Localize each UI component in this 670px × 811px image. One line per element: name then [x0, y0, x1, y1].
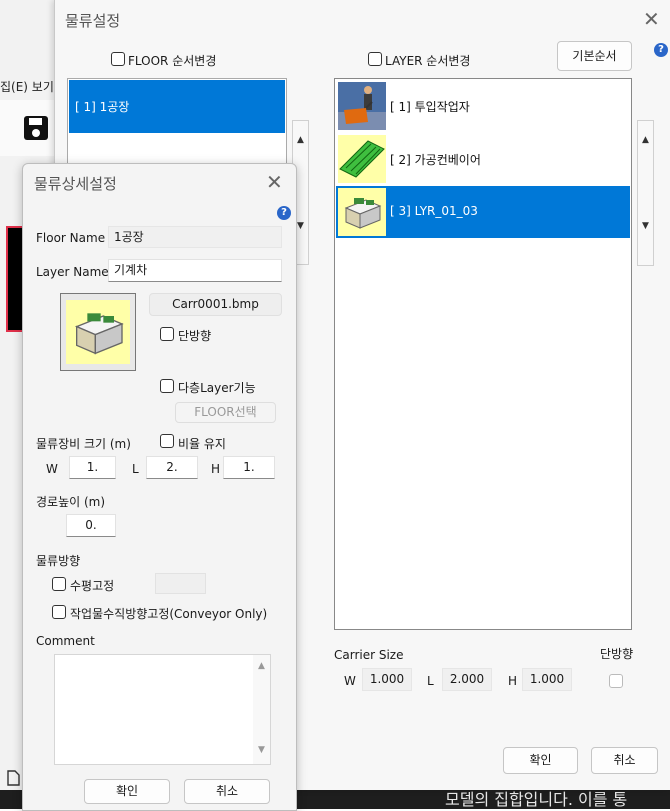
route-height-input[interactable]: 0. [66, 514, 116, 537]
layer-spin-buttons[interactable]: ▲ ▼ [637, 120, 654, 266]
carrier-width-field[interactable]: 1.000 [362, 668, 412, 691]
carrier-length-field[interactable]: 2.000 [442, 668, 492, 691]
keep-ratio-label: 비율 유지 [178, 437, 226, 451]
machine-icon [338, 188, 386, 236]
layer-list[interactable]: [ 1] 투입작업자 [ 2] 가공컨베이어 [ 3] LYR_01_03 [334, 78, 632, 630]
comment-scrollbar[interactable]: ▲ ▼ [253, 655, 270, 764]
logistics-detail-dialog: 물류상세설정 ✕ ? Floor Name 1공장 Layer Name 기계차… [22, 163, 297, 811]
close-icon[interactable]: ✕ [266, 172, 283, 192]
one-way-label: 단방향 [178, 329, 212, 343]
conveyor-icon [338, 135, 386, 183]
carrier-size-label: Carrier Size [334, 648, 404, 662]
equipment-size-label: 물류장비 크기 (m) [36, 437, 131, 451]
close-icon[interactable]: ✕ [643, 9, 660, 29]
floor-name-field[interactable]: 1공장 [108, 226, 282, 248]
layer-list-item[interactable]: [ 1] 투입작업자 [336, 80, 630, 132]
layer-item-label: [ 3] LYR_01_03 [390, 204, 478, 218]
one-way-checkbox[interactable] [160, 327, 174, 341]
move-up-icon[interactable]: ▲ [638, 135, 653, 145]
length-input[interactable]: 2. [146, 456, 198, 479]
background-menu-bar: 집(E) 보기 [0, 80, 54, 94]
scroll-up-icon[interactable]: ▲ [253, 661, 270, 671]
horizontal-fix-checkbox[interactable] [52, 577, 66, 591]
layer-item-label: [ 1] 투입작업자 [390, 100, 470, 114]
scroll-down-icon[interactable]: ▼ [253, 745, 270, 755]
sub-dialog-title: 물류상세설정 [34, 175, 117, 193]
move-up-icon[interactable]: ▲ [293, 135, 308, 145]
size-l-label: L [132, 462, 139, 476]
status-text: 모델의 집합입니다. 이를 통 [445, 790, 628, 809]
bitmap-preview[interactable] [60, 293, 136, 371]
default-order-button[interactable]: 기본순서 [557, 41, 632, 71]
dialog-title: 물류설정 [65, 12, 121, 30]
direction-label: 물류방향 [36, 554, 81, 568]
horizontal-fix-value[interactable] [155, 573, 206, 594]
machine-icon [66, 300, 130, 364]
floor-item-label: [ 1] 1공장 [75, 100, 130, 114]
help-icon[interactable]: ? [654, 43, 668, 57]
document-icon [7, 770, 20, 786]
width-input[interactable]: 1. [69, 456, 116, 479]
help-icon[interactable]: ? [277, 206, 291, 220]
ok-button[interactable]: 확인 [503, 747, 578, 774]
layer-list-item[interactable]: [ 2] 가공컨베이어 [336, 133, 630, 185]
background-toolbar [0, 100, 54, 156]
size-h-label: H [211, 462, 221, 476]
floor-reorder-label: FLOOR 순서변경 [128, 54, 217, 68]
carrier-h-label: H [508, 674, 518, 688]
carrier-w-label: W [344, 674, 356, 688]
cancel-button[interactable]: 취소 [184, 779, 270, 804]
floor-name-label: Floor Name [36, 231, 106, 245]
one-way-checkbox[interactable] [609, 674, 623, 688]
comment-textarea[interactable]: ▲ ▼ [54, 654, 271, 765]
floor-reorder-checkbox[interactable] [111, 52, 125, 66]
bitmap-file-button[interactable]: Carr0001.bmp [149, 293, 282, 316]
move-down-icon[interactable]: ▼ [638, 221, 653, 231]
ok-button[interactable]: 확인 [84, 779, 170, 804]
floor-list-item[interactable]: [ 1] 1공장 [69, 80, 285, 133]
worker-cart-icon [338, 82, 386, 130]
carrier-height-field[interactable]: 1.000 [522, 668, 572, 691]
cancel-button[interactable]: 취소 [591, 747, 658, 774]
size-w-label: W [46, 462, 58, 476]
layer-reorder-label: LAYER 순서변경 [385, 54, 471, 68]
height-input[interactable]: 1. [223, 456, 275, 479]
floor-select-button[interactable]: FLOOR선택 [175, 402, 276, 423]
layer-list-item[interactable]: [ 3] LYR_01_03 [336, 186, 630, 238]
layer-name-label: Layer Name [36, 265, 109, 279]
layer-item-label: [ 2] 가공컨베이어 [390, 153, 481, 167]
one-way-label: 단방향 [600, 647, 634, 661]
horizontal-fix-label: 수평고정 [70, 579, 115, 593]
layer-reorder-checkbox[interactable] [368, 52, 382, 66]
save-icon[interactable] [22, 114, 50, 142]
vertical-fix-label: 작업물수직방향고정(Conveyor Only) [70, 607, 268, 621]
multi-layer-label: 다층Layer기능 [178, 381, 256, 395]
layer-name-input[interactable]: 기계차 [108, 259, 282, 282]
comment-label: Comment [36, 634, 95, 648]
vertical-fix-checkbox[interactable] [52, 605, 66, 619]
multi-layer-checkbox[interactable] [160, 379, 174, 393]
keep-ratio-checkbox[interactable] [160, 434, 174, 448]
route-height-label: 경로높이 (m) [36, 495, 106, 509]
carrier-l-label: L [427, 674, 434, 688]
